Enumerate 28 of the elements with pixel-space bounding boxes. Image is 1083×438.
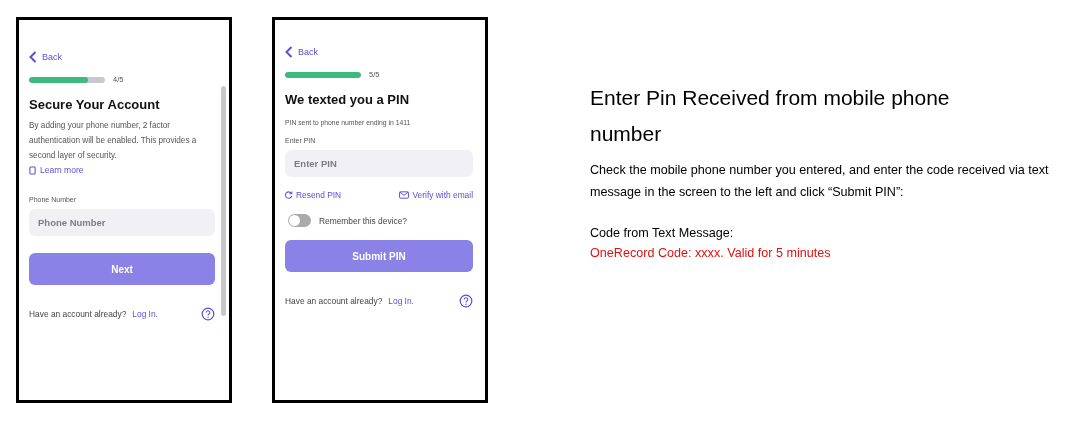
footer-text: Have an account already? xyxy=(29,309,127,319)
back-link[interactable]: Back xyxy=(29,51,215,63)
description-text: By adding your phone number, 2 factor authentication will be enabled. This provides a second layer of security. xyxy=(29,120,198,162)
instruction-text: Check the mobile phone number you entered, and enter the code received via text message in the screen to the left and click “Submit PIN”: xyxy=(590,162,1050,201)
document-icon xyxy=(29,165,36,175)
chevron-left-icon xyxy=(285,46,293,58)
input-field[interactable]: Phone Number xyxy=(29,209,215,236)
footer-text: Have an account already? xyxy=(285,296,383,306)
help-icon[interactable] xyxy=(201,307,215,321)
login-link[interactable]: Log In. xyxy=(388,296,414,306)
help-icon[interactable] xyxy=(459,294,473,308)
email-link[interactable]: Verify with email xyxy=(399,190,473,200)
code-message: OneRecord Code: xxxx. Valid for 5 minutes xyxy=(590,245,832,262)
back-link[interactable]: Back xyxy=(285,46,473,58)
toggle-label: Remember this device? xyxy=(319,215,407,226)
envelope-icon xyxy=(399,191,410,199)
scrollbar[interactable] xyxy=(221,86,226,316)
learn-more-link[interactable]: Learn more xyxy=(29,165,215,175)
code-label: Code from Text Message: xyxy=(590,225,735,242)
heading: Enter Pin Received from mobile phone number xyxy=(590,85,951,147)
input-field[interactable]: Enter PIN xyxy=(285,150,473,177)
screen-title: We texted you a PIN xyxy=(285,92,410,107)
refresh-icon xyxy=(285,191,293,199)
login-link[interactable]: Log In. xyxy=(132,309,158,319)
chevron-left-icon xyxy=(29,51,37,63)
resend-link[interactable]: Resend PIN xyxy=(285,190,342,200)
toggle-switch[interactable] xyxy=(288,214,311,227)
screen-title: Secure Your Account xyxy=(29,97,161,112)
